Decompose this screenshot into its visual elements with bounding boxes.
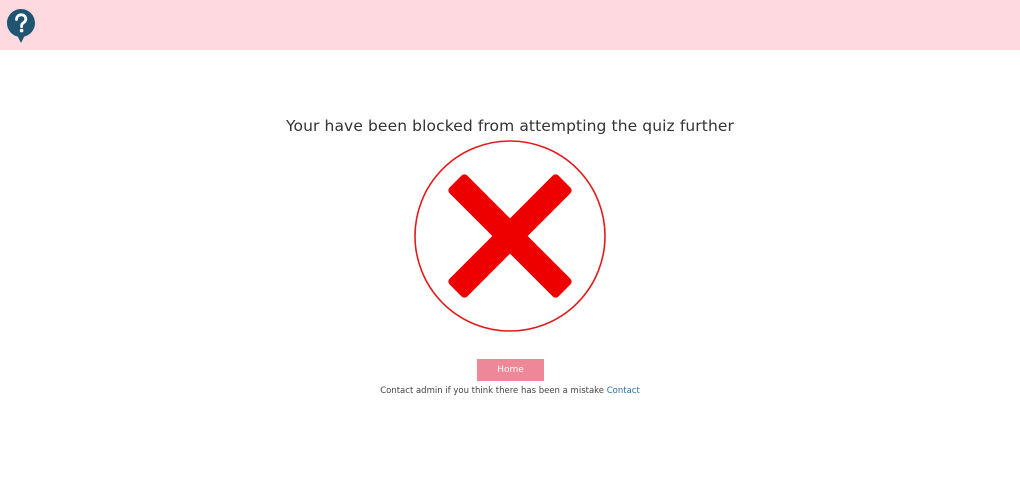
question-mark-pin-icon[interactable] — [6, 8, 36, 44]
contact-link[interactable]: Contact — [607, 386, 640, 396]
red-x-cross-icon — [414, 140, 606, 332]
contact-line: Contact admin if you think there has bee… — [0, 386, 1020, 396]
main-content: Your have been blocked from attempting t… — [0, 50, 1020, 478]
contact-text: Contact admin if you think there has bee… — [380, 386, 605, 396]
top-bar — [0, 0, 1020, 50]
blocked-message: Your have been blocked from attempting t… — [286, 117, 734, 135]
home-button[interactable]: Home — [477, 359, 544, 381]
